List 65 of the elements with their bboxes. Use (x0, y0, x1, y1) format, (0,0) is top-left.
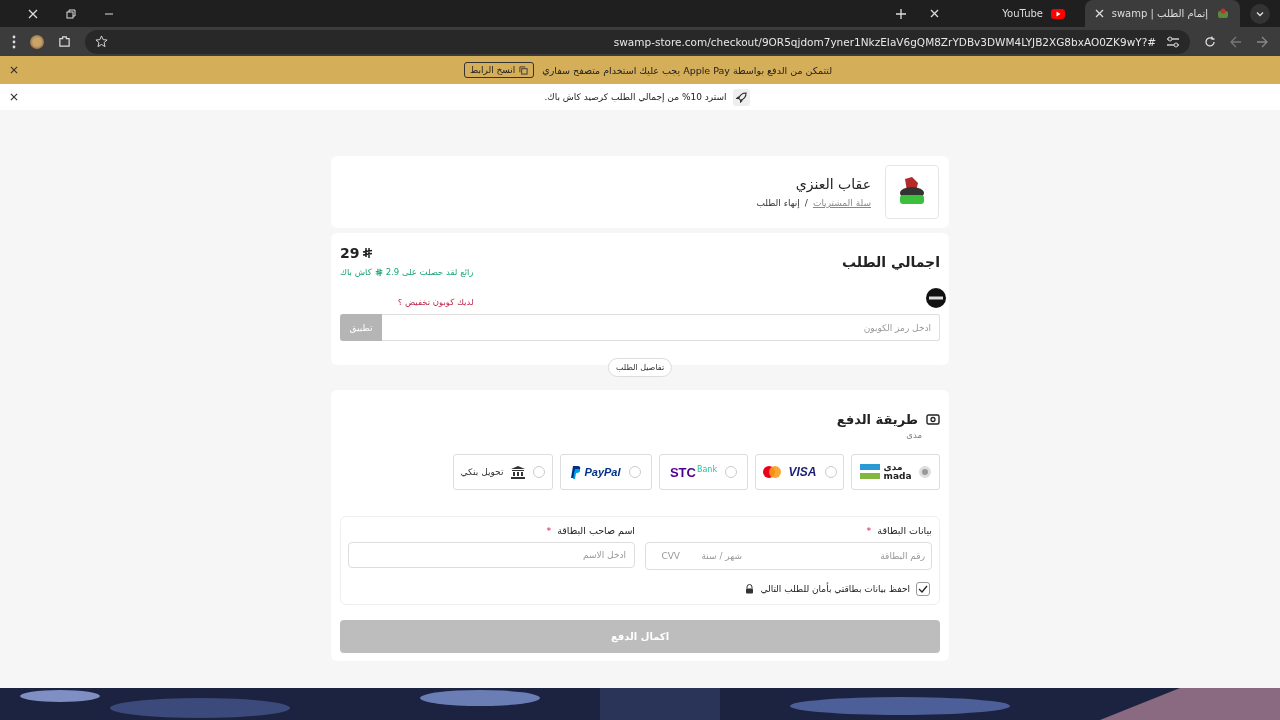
restore-icon[interactable] (66, 8, 76, 19)
lock-icon (745, 584, 755, 594)
mada-logo-text: مدى (883, 463, 903, 472)
cashback-text: كاش باك (340, 267, 372, 277)
youtube-icon (1051, 8, 1065, 19)
close-icon[interactable] (10, 93, 18, 101)
name-field[interactable]: ادخل الاسم (348, 542, 635, 568)
cash-icon (926, 414, 940, 425)
mada-logo-text: mada (883, 472, 912, 481)
forward-icon[interactable] (1230, 35, 1242, 48)
back-icon[interactable] (1256, 35, 1268, 48)
browser-tab[interactable]: إتمام الطلب | swamp (1085, 0, 1240, 27)
site-settings-icon[interactable] (1166, 35, 1180, 48)
copy-icon (519, 65, 529, 75)
payment-subtitle: مدى (906, 430, 922, 440)
stc-logo-text: STC (669, 464, 696, 480)
paypal-logo-text: PayPal (584, 466, 621, 478)
paypal-icon (571, 465, 582, 479)
browser-tab[interactable]: YouTube (920, 0, 1075, 27)
cardholder-name-label: اسم صاحب البطاقة (557, 525, 635, 536)
bank-transfer-label: تحويل بنكي (460, 467, 504, 477)
store-name: عقاب العنزي (794, 176, 871, 192)
new-tab-icon[interactable] (896, 8, 906, 19)
breadcrumb-separator: / (804, 198, 808, 208)
expiry-field[interactable]: شهر / سنة (686, 551, 742, 561)
save-card-label: احفظ بيانات بطاقتي بأمان للطلب التالي (760, 584, 910, 594)
payment-option[interactable]: PayPal (560, 454, 652, 490)
rocket-icon (732, 88, 750, 106)
checkbox[interactable] (916, 582, 930, 596)
order-total: 29 (340, 245, 360, 261)
breadcrumb-link[interactable]: سلة المشتريات (812, 198, 871, 208)
payment-option[interactable]: تحويل بنكي (453, 454, 553, 490)
tab-list-button[interactable] (1250, 3, 1270, 24)
cvv-field[interactable]: CVV (652, 551, 680, 561)
required-mark: * (866, 525, 872, 536)
card-details-label: بيانات البطاقة (877, 525, 932, 536)
coupon-link[interactable]: لديك كوبون تخفيض ؟ (397, 297, 474, 307)
required-mark: * (546, 525, 552, 536)
coupon-field[interactable]: ادخل رمز الكوبون (382, 314, 940, 341)
address-bar[interactable]: swamp-store.com/checkout/9OR5qjdom7yner1NkzEIaV6gQM8ZrYDBv3DWM4LYJB2XG8bxAO0ZK9wY?# (85, 29, 1190, 54)
menu-icon[interactable] (12, 34, 16, 49)
card-number-field[interactable]: رقم البطاقة (748, 551, 925, 561)
order-details-button[interactable]: تفاصيل الطلب (607, 358, 673, 377)
breadcrumb-current: إنهاء الطلب (756, 198, 800, 208)
reload-icon[interactable] (1204, 35, 1216, 48)
copy-link-button[interactable]: انسخ الرابط (463, 62, 535, 78)
profile-avatar[interactable] (30, 34, 44, 49)
product-thumbnail (926, 288, 946, 308)
mada-stripes-icon (859, 464, 880, 480)
star-icon[interactable] (95, 35, 108, 48)
extensions-icon[interactable] (58, 35, 71, 48)
mastercard-icon (762, 466, 781, 478)
store-logo (885, 165, 939, 219)
visa-logo: VISA (788, 465, 817, 479)
stc-logo-text: Bank (696, 464, 718, 474)
payment-title: طريقة الدفع (836, 412, 918, 427)
bank-icon (511, 465, 526, 479)
favicon-icon (1216, 6, 1230, 21)
cashback-text: رائع لقد حصلت على 2.9 (385, 267, 474, 277)
cashback-notice: استرد 10% من إجمالي الطلب كرصيد كاش باك. (544, 92, 727, 102)
payment-option[interactable]: VISA (755, 454, 844, 490)
banner-text: لتتمكن من الدفع بواسطة Apple Pay يجب عليك استخدام متصفح سفاري (542, 64, 833, 76)
summary-title: اجمالي الطلب (841, 254, 940, 270)
radio-button[interactable] (919, 466, 932, 478)
close-icon[interactable] (10, 66, 18, 74)
